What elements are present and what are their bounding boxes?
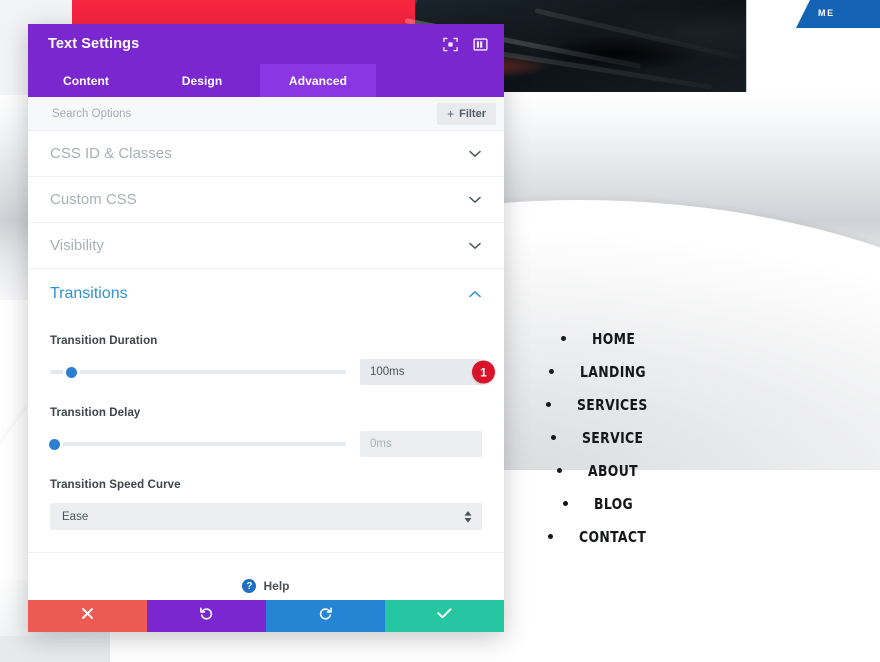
- chevron-down-icon: [468, 239, 482, 253]
- field-transition-duration: Transition Duration 1: [50, 335, 495, 385]
- modal-body: CSS ID & Classes Custom CSS Visibility T…: [28, 131, 504, 600]
- modal-title: Text Settings: [48, 36, 140, 52]
- bullet-icon: [548, 369, 554, 374]
- nav-item-label: SERVICES: [577, 395, 648, 414]
- filter-button[interactable]: + Filter: [437, 102, 496, 125]
- nav-item-label: HOME: [591, 329, 636, 348]
- nav-item-about[interactable]: ABOUT: [520, 454, 680, 487]
- modal-header-icons: [442, 36, 488, 52]
- section-title: Transitions: [50, 285, 128, 302]
- help-label: Help: [263, 579, 290, 593]
- search-bar: + Filter: [28, 97, 504, 131]
- modal-header: Text Settings: [28, 24, 504, 64]
- nav-item-label: ABOUT: [588, 461, 639, 480]
- field-transition-delay: Transition Delay: [49, 407, 482, 457]
- nav-item-label: SERVICE: [582, 428, 644, 447]
- redo-button[interactable]: [266, 600, 385, 632]
- transitions-panel: Transition Duration 1 Transition Delay: [28, 319, 504, 553]
- filter-label: Filter: [459, 107, 486, 120]
- bullet-icon: [546, 402, 552, 407]
- section-title: Visibility: [50, 237, 104, 254]
- section-transitions[interactable]: Transitions: [28, 269, 504, 319]
- bottom-left-grey-strip: [0, 636, 110, 662]
- nav-item-label: BLOG: [594, 494, 634, 513]
- nav-item-landing[interactable]: LANDING: [520, 355, 680, 388]
- nav-item-contact[interactable]: CONTACT: [520, 520, 680, 553]
- slider-handle[interactable]: [49, 438, 60, 450]
- transition-delay-input[interactable]: [360, 431, 482, 457]
- check-icon: [437, 607, 452, 625]
- chevron-down-icon: [468, 193, 482, 207]
- menu-ribbon[interactable]: ME: [796, 0, 880, 28]
- cancel-button[interactable]: [28, 600, 147, 632]
- nav-item-blog[interactable]: BLOG: [520, 487, 680, 520]
- tab-content[interactable]: Content: [28, 64, 144, 97]
- undo-button[interactable]: [147, 600, 266, 632]
- slider-track: [50, 370, 346, 374]
- field-label: Transition Delay: [50, 407, 141, 419]
- modal-tabs: Content Design Advanced: [28, 64, 504, 97]
- redo-icon: [318, 606, 333, 626]
- section-custom-css[interactable]: Custom CSS: [28, 177, 504, 223]
- question-mark-icon: ?: [242, 579, 257, 593]
- text-settings-modal: Text Settings Content Design Advanced Se…: [28, 24, 504, 632]
- undo-icon: [199, 606, 214, 626]
- panel-layout-icon[interactable]: [472, 36, 488, 52]
- chevron-up-icon: [468, 287, 482, 301]
- slider-handle[interactable]: [65, 366, 77, 378]
- search-input[interactable]: [50, 106, 438, 121]
- section-title: Custom CSS: [50, 191, 137, 208]
- nav-item-home[interactable]: HOME: [520, 322, 680, 355]
- section-title: CSS ID & Classes: [50, 145, 172, 162]
- bullet-icon: [551, 435, 557, 440]
- bullet-icon: [557, 468, 563, 473]
- tab-design[interactable]: Design: [144, 64, 260, 97]
- nav-item-services[interactable]: SERVICES: [520, 388, 680, 421]
- chevron-down-icon: [468, 147, 482, 161]
- nav-item-label: LANDING: [579, 362, 646, 381]
- field-label: Transition Duration: [50, 335, 158, 347]
- nav-item-service[interactable]: SERVICE: [520, 421, 680, 454]
- modal-footer: [28, 600, 504, 632]
- bullet-icon: [547, 534, 553, 539]
- transition-delay-slider[interactable]: [49, 436, 346, 452]
- tab-advanced[interactable]: Advanced: [260, 64, 376, 97]
- focus-mode-icon[interactable]: [442, 36, 458, 52]
- plus-icon: +: [447, 106, 455, 121]
- site-nav-menu: HOME LANDING SERVICES SERVICE ABOUT BLOG…: [520, 322, 680, 553]
- section-css-id-classes[interactable]: CSS ID & Classes: [28, 131, 504, 177]
- annotation-badge-1: 1: [472, 360, 495, 384]
- section-visibility[interactable]: Visibility: [28, 223, 504, 269]
- transition-duration-slider[interactable]: [50, 364, 346, 380]
- help-button[interactable]: ? Help: [28, 553, 504, 593]
- nav-item-label: CONTACT: [578, 527, 647, 546]
- save-button[interactable]: [385, 600, 504, 632]
- field-label: Transition Speed Curve: [50, 479, 181, 491]
- bullet-icon: [563, 501, 569, 506]
- bullet-icon: [560, 336, 566, 341]
- transition-speed-curve-select[interactable]: EaseLinearEase-InEase-OutEase-In-Out: [50, 503, 482, 530]
- transition-duration-input[interactable]: [360, 359, 482, 385]
- close-icon: [81, 607, 94, 625]
- slider-track: [50, 442, 346, 446]
- field-transition-speed-curve: Transition Speed Curve EaseLinearEase-In…: [50, 479, 482, 530]
